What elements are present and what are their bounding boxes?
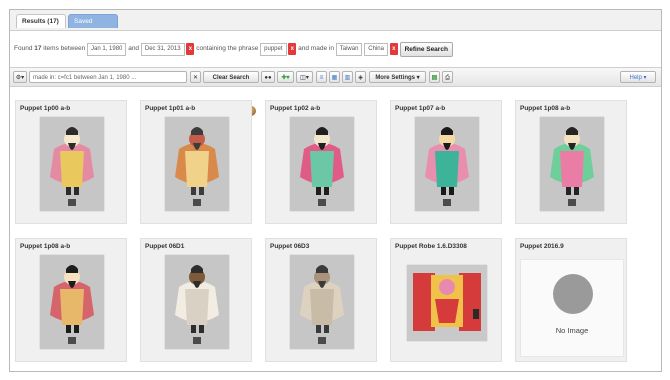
result-card[interactable]: Puppet 2016.9 No Image bbox=[515, 238, 627, 362]
refine-search-button[interactable]: Refine Search bbox=[399, 41, 453, 57]
date-to-field[interactable]: Dec 31, 2013 bbox=[140, 42, 185, 56]
no-image-placeholder: No Image bbox=[520, 259, 624, 357]
puppet-thumbnail[interactable] bbox=[290, 117, 354, 211]
puppet-thumbnail[interactable] bbox=[40, 255, 104, 349]
binoculars-icon[interactable]: ●● bbox=[261, 71, 275, 83]
puppet-thumbnail[interactable] bbox=[165, 255, 229, 349]
result-card[interactable]: Puppet 1p02 a-b bbox=[265, 100, 377, 224]
card-title[interactable]: Puppet Robe 1.6.D3308 bbox=[395, 243, 467, 250]
puppet-thumbnail[interactable] bbox=[540, 117, 604, 211]
puppet-thumbnail[interactable] bbox=[40, 117, 104, 211]
card-title[interactable]: Puppet 06D3 bbox=[270, 243, 309, 250]
result-count: 17 bbox=[34, 45, 42, 52]
and-label: and bbox=[128, 45, 140, 52]
card-title[interactable]: Puppet 1p00 a-b bbox=[20, 105, 70, 112]
grid-view-icon[interactable]: ▦ bbox=[329, 71, 340, 83]
export-icon[interactable]: ▤ bbox=[429, 71, 440, 83]
list-view-icon[interactable]: ≡ bbox=[316, 71, 327, 83]
search-summary: Found 17 items between Jan 1, 1980 and D… bbox=[14, 41, 453, 57]
results-panel: Results (17) Saved Found 17 items betwee… bbox=[9, 9, 662, 372]
card-title[interactable]: Puppet 1p08 a-b bbox=[20, 243, 70, 250]
card-title[interactable]: Puppet 1p07 a-b bbox=[395, 105, 445, 112]
puppet-thumbnail[interactable] bbox=[415, 117, 479, 211]
thumbnail-view-icon[interactable]: ▥ bbox=[342, 71, 353, 83]
result-card[interactable]: Puppet 1p08 a-b bbox=[15, 238, 127, 362]
close-icon[interactable]: ✕ bbox=[190, 71, 201, 83]
result-card[interactable]: Puppet 06D1 bbox=[140, 238, 252, 362]
no-image-label: No Image bbox=[555, 326, 589, 335]
tab-saved[interactable]: Saved bbox=[68, 14, 118, 28]
help-button[interactable]: Help ▾ bbox=[620, 71, 656, 83]
place-field-taiwan[interactable]: Taiwan bbox=[335, 42, 363, 56]
remove-place-button[interactable]: x bbox=[389, 43, 398, 55]
clear-search-button[interactable]: Clear Search bbox=[203, 71, 259, 83]
result-card[interactable]: Puppet 1p07 a-b bbox=[390, 100, 502, 224]
place-field-china[interactable]: China bbox=[364, 42, 388, 56]
view-options-icon[interactable]: ◫▾ bbox=[296, 71, 313, 83]
print-icon[interactable]: ⎙ bbox=[442, 71, 453, 83]
remove-date-button[interactable]: x bbox=[186, 43, 195, 55]
result-card[interactable]: Puppet 1p00 a-b bbox=[15, 100, 127, 224]
puppet-thumbnail[interactable] bbox=[407, 265, 487, 341]
items-between-label: items between bbox=[43, 45, 86, 52]
phrase-field[interactable]: puppet bbox=[260, 42, 287, 56]
puppet-thumbnail[interactable] bbox=[165, 117, 229, 211]
query-field[interactable]: made in: c=fc1 between Jan 1, 1980 ... bbox=[29, 71, 187, 83]
more-settings-button[interactable]: More Settings ▾ bbox=[369, 71, 426, 83]
settings-gear-icon[interactable]: ⚙▾ bbox=[13, 71, 27, 83]
card-title[interactable]: Puppet 1p01 a-b bbox=[145, 105, 195, 112]
placeholder-circle-icon bbox=[553, 274, 593, 314]
card-title[interactable]: Puppet 1p02 a-b bbox=[270, 105, 320, 112]
result-card[interactable]: Puppet 1p08 a-b bbox=[515, 100, 627, 224]
result-card[interactable]: Puppet 1p01 a-b bbox=[140, 100, 252, 224]
map-view-icon[interactable]: ◈ bbox=[355, 71, 366, 83]
found-label: Found bbox=[14, 45, 33, 52]
containing-label: containing the phrase bbox=[196, 45, 259, 52]
card-title[interactable]: Puppet 06D1 bbox=[145, 243, 184, 250]
card-title[interactable]: Puppet 2016.9 bbox=[520, 243, 564, 250]
add-icon[interactable]: ✚▾ bbox=[277, 71, 294, 83]
remove-phrase-button[interactable]: x bbox=[288, 43, 297, 55]
made-in-label: and made in bbox=[298, 45, 334, 52]
tab-bar: Results (17) Saved bbox=[10, 10, 661, 31]
result-card[interactable]: Puppet Robe 1.6.D3308 bbox=[390, 238, 502, 362]
result-card[interactable]: Puppet 06D3 bbox=[265, 238, 377, 362]
puppet-thumbnail[interactable] bbox=[290, 255, 354, 349]
date-from-field[interactable]: Jan 1, 1980 bbox=[87, 42, 127, 56]
tab-results[interactable]: Results (17) bbox=[16, 14, 66, 28]
card-title[interactable]: Puppet 1p08 a-b bbox=[520, 105, 570, 112]
results-toolbar: ⚙▾ made in: c=fc1 between Jan 1, 1980 ..… bbox=[10, 67, 661, 87]
